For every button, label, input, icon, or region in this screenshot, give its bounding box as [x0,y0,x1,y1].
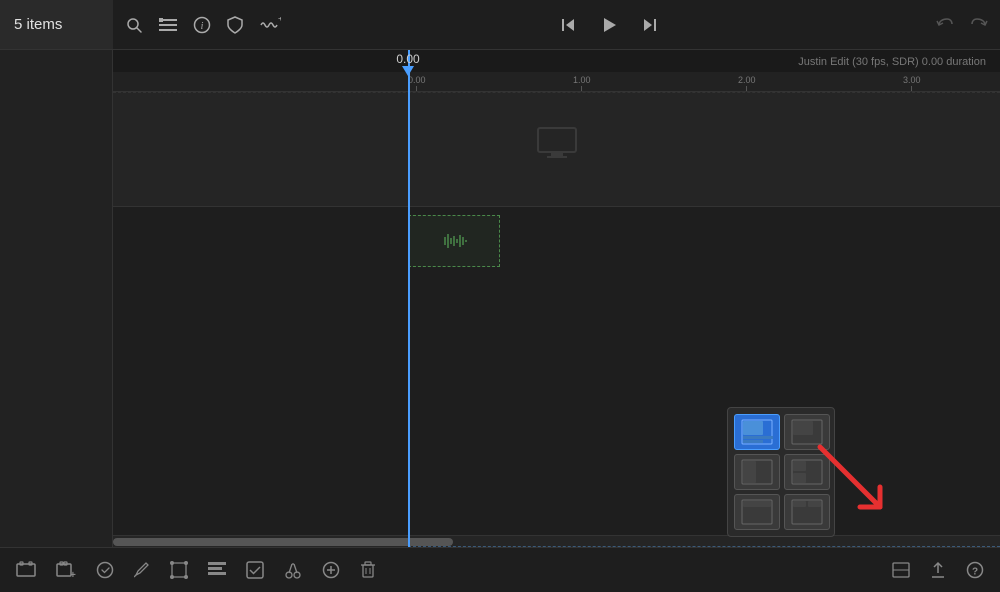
ruler-label-3: 3.00 [903,75,921,85]
panel-layout-icon[interactable] [884,556,918,584]
cut-icon[interactable] [276,555,310,585]
video-track [113,92,1000,207]
search-icon[interactable] [125,16,143,34]
edit-icon[interactable] [88,555,122,585]
video-track-placeholder [537,127,577,167]
trash-icon[interactable] [352,555,384,585]
skip-to-start-icon[interactable] [560,17,576,33]
scrollbar-thumb[interactable] [113,538,453,546]
plus-icon[interactable] [314,555,348,585]
undo-icon[interactable] [936,17,954,33]
ruler-mark-0: 0.00 [408,75,426,91]
main-toolbar: i + [113,0,1000,50]
ruler-mark-2: 2.00 [738,75,756,91]
add-clip-icon[interactable]: + [48,555,84,585]
waveform-icon [440,231,468,251]
bottom-right-controls: ? [884,555,992,585]
red-arrow-indicator [810,437,900,532]
view-option-5[interactable] [734,494,780,530]
svg-text:?: ? [972,567,978,578]
checkbox-icon[interactable] [238,555,272,585]
skip-to-end-icon[interactable] [642,17,658,33]
add-track-icon[interactable]: + [259,17,281,33]
view-option-3[interactable] [734,454,780,490]
ruler-label-0: 0.00 [408,75,426,85]
play-icon[interactable] [600,16,618,34]
ruler-label-2: 2.00 [738,75,756,85]
ruler-label-1: 1.00 [573,75,591,85]
text-icon[interactable] [200,556,234,584]
export-icon[interactable] [922,555,954,585]
view-option-1[interactable] [734,414,780,450]
items-count-bar: 5 items [0,0,113,50]
ruler-mark-3: 3.00 [903,75,921,91]
help-icon[interactable]: ? [958,555,992,585]
timecode-display: 0.00 [396,52,419,66]
left-sidebar [0,50,113,592]
playback-controls [297,16,920,34]
horizontal-scrollbar[interactable] [113,535,1000,547]
list-icon[interactable] [159,18,177,32]
redo-icon[interactable] [970,17,988,33]
pen-icon[interactable] [126,555,158,585]
ruler: 0.00 1.00 2.00 3.00 4.00 [113,72,1000,92]
bottom-toolbar: + [0,547,1000,592]
info-icon[interactable]: i [193,16,211,34]
transform-icon[interactable] [162,555,196,585]
history-controls [936,17,988,33]
ruler-mark-1: 1.00 [573,75,591,91]
items-count-label: 5 items [14,16,62,33]
shield-icon[interactable] [227,16,243,34]
svg-text:+: + [70,570,76,579]
svg-text:i: i [201,21,204,32]
clip-icon[interactable] [8,555,44,585]
svg-text:+: + [278,17,281,23]
edit-info: Justin Edit (30 fps, SDR) 0.00 duration [798,56,986,68]
audio-clip[interactable] [408,215,500,267]
